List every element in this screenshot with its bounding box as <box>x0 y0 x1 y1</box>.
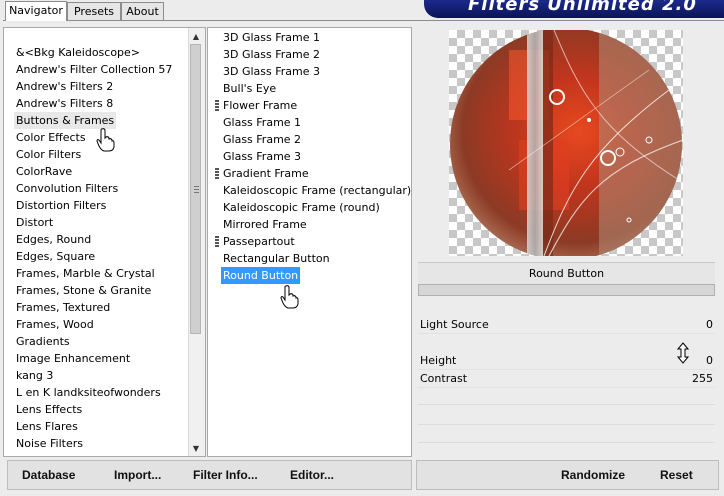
param-label: Contrast <box>420 372 468 385</box>
category-item[interactable]: Andrew's Filters 2 <box>14 78 115 95</box>
filter-item[interactable]: Mirrored Frame <box>221 216 309 233</box>
randomize-button[interactable]: Randomize <box>561 468 625 482</box>
filter-item[interactable]: Bull's Eye <box>221 80 278 97</box>
filter-marker-icon <box>215 100 219 111</box>
param-divider <box>418 442 715 443</box>
scroll-down-icon[interactable]: ▼ <box>189 442 203 456</box>
category-item[interactable]: Frames, Wood <box>14 316 96 333</box>
import-button[interactable]: Import... <box>114 468 161 482</box>
tab-presets[interactable]: Presets <box>67 2 121 20</box>
category-item[interactable]: L en K landksiteofwonders <box>14 384 163 401</box>
category-item[interactable]: Frames, Marble & Crystal <box>14 265 157 282</box>
param-value: 0 <box>706 354 713 367</box>
hand-pointer-cursor-icon <box>96 128 115 152</box>
tab-about[interactable]: About <box>121 2 164 20</box>
filter-item[interactable]: Glass Frame 3 <box>221 148 303 165</box>
filter-item[interactable]: Rectangular Button <box>221 250 332 267</box>
editor-button[interactable]: Editor... <box>290 468 334 482</box>
category-item[interactable]: Andrew's Filters 8 <box>14 95 115 112</box>
main-slider-track[interactable] <box>418 284 715 296</box>
category-item[interactable]: &<Bkg Kaleidoscope> <box>14 44 142 61</box>
category-item[interactable]: Edges, Square <box>14 248 97 265</box>
tab-navigator[interactable]: Navigator <box>5 1 67 21</box>
filter-item[interactable]: Kaleidoscopic Frame (rectangular) <box>221 182 411 199</box>
param-label: Light Source <box>420 318 489 331</box>
database-button[interactable]: Database <box>22 468 75 482</box>
resize-vertical-cursor-icon <box>677 342 689 364</box>
filter-item[interactable]: Glass Frame 2 <box>221 131 303 148</box>
filter-item[interactable]: Flower Frame <box>221 97 299 114</box>
grip-line <box>194 192 199 193</box>
param-divider <box>418 424 715 425</box>
category-item[interactable]: Frames, Stone & Granite <box>14 282 153 299</box>
reset-button[interactable]: Reset <box>660 468 693 482</box>
tab-strip-line <box>3 20 724 21</box>
app-title: Filters Unlimited 2.0 <box>468 0 697 15</box>
category-item[interactable]: Distort <box>14 214 55 231</box>
category-scrollbar[interactable]: ▲ ▼ <box>188 28 205 456</box>
category-item[interactable]: Lens Effects <box>14 401 84 418</box>
filter-list[interactable]: 3D Glass Frame 1 3D Glass Frame 2 3D Glass… <box>207 27 412 457</box>
filter-item[interactable]: 3D Glass Frame 1 <box>221 29 322 46</box>
hand-pointer-cursor-icon <box>280 285 299 309</box>
scroll-up-icon[interactable]: ▲ <box>189 30 203 44</box>
category-item[interactable]: Color Effects <box>14 129 88 146</box>
filter-item[interactable]: Round Button <box>221 267 301 284</box>
grip-line <box>194 189 199 190</box>
grip-line <box>194 186 199 187</box>
category-item[interactable]: Convolution Filters <box>14 180 120 197</box>
category-item[interactable]: Gradients <box>14 333 72 350</box>
category-item[interactable]: Frames, Textured <box>14 299 112 316</box>
param-contrast[interactable]: Contrast 255 <box>418 370 715 388</box>
param-light-source[interactable]: Light Source 0 <box>418 316 715 334</box>
filter-marker-icon <box>215 168 219 179</box>
category-item[interactable]: Noise Filters <box>14 435 85 452</box>
category-item[interactable]: Distortion Filters <box>14 197 108 214</box>
param-divider <box>418 404 715 405</box>
category-item[interactable]: Edges, Round <box>14 231 93 248</box>
filter-item[interactable]: Kaleidoscopic Frame (round) <box>221 199 382 216</box>
category-list[interactable]: ▲ ▼ &<Bkg Kaleidoscope> Andrew's Filter C… <box>3 27 206 457</box>
category-item[interactable]: Image Enhancement <box>14 350 132 367</box>
param-value: 0 <box>706 318 713 331</box>
param-height[interactable]: Height 0 <box>418 352 715 370</box>
param-label: Height <box>420 354 457 367</box>
filter-item[interactable]: Gradient Frame <box>221 165 311 182</box>
param-value: 255 <box>692 372 713 385</box>
category-item[interactable]: kang 3 <box>14 367 55 384</box>
filter-title: Round Button <box>418 262 715 285</box>
category-item[interactable]: Buttons & Frames <box>14 112 117 129</box>
category-scroll-thumb[interactable] <box>190 44 201 334</box>
filter-item[interactable]: 3D Glass Frame 2 <box>221 46 322 63</box>
app-banner: Filters Unlimited 2.0 <box>424 0 724 18</box>
filter-item[interactable]: Glass Frame 1 <box>221 114 303 131</box>
preview-image <box>450 30 682 256</box>
filter-item[interactable]: 3D Glass Frame 3 <box>221 63 322 80</box>
category-item[interactable]: ColorRave <box>14 163 74 180</box>
filter-info-button[interactable]: Filter Info... <box>193 468 258 482</box>
filter-item[interactable]: Passepartout <box>221 233 297 250</box>
filter-marker-icon <box>215 236 219 247</box>
category-item[interactable]: Color Filters <box>14 146 83 163</box>
category-item[interactable]: Lens Flares <box>14 418 80 435</box>
category-item[interactable]: Andrew's Filter Collection 57 <box>14 61 174 78</box>
